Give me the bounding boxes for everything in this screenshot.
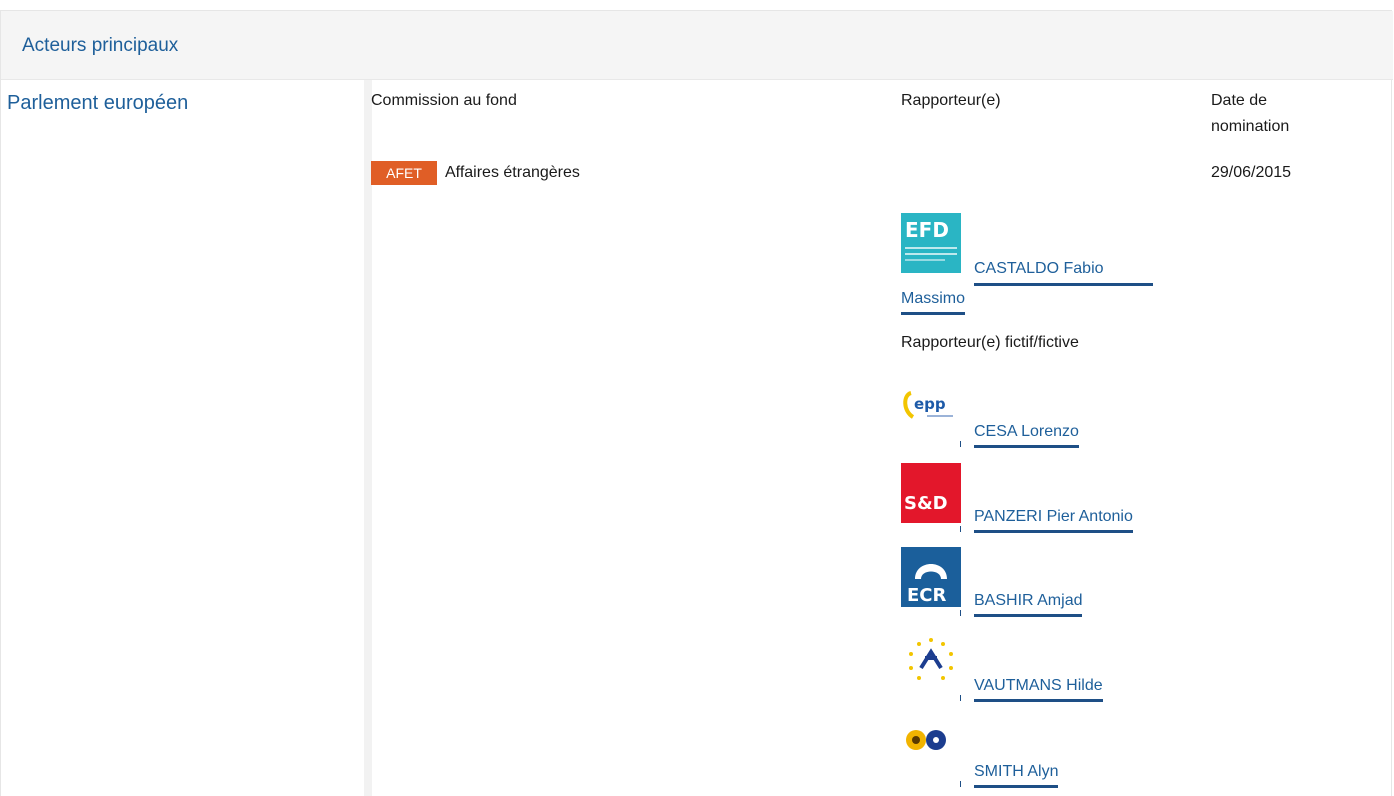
ecr-group-logo: ECR <box>901 547 961 607</box>
rapporteur-link-underline <box>974 283 1153 286</box>
institution-label: Parlement européen <box>7 92 189 114</box>
date-header-line2: nomination <box>1211 118 1290 135</box>
link-tick <box>960 781 961 787</box>
sd-group-logo: S&D <box>901 463 961 523</box>
committee-badge: AFET <box>371 161 437 185</box>
section-title: Acteurs principaux <box>22 35 179 56</box>
link-tick <box>960 441 961 447</box>
epp-group-logo: epp <box>901 377 961 437</box>
date-header-line1: Date de <box>1211 92 1268 109</box>
sd-logo-text: S&D <box>904 493 948 514</box>
rapporteur-column-header: Rapporteur(e) <box>901 92 1001 109</box>
link-tick <box>960 526 961 532</box>
shadow-link-vautmans[interactable]: VAUTMANS Hilde <box>974 675 1103 702</box>
section-header <box>1 11 1393 80</box>
nomination-date: 29/06/2015 <box>1211 164 1292 181</box>
alde-group-logo <box>901 632 961 692</box>
ecr-logo-text: ECR <box>907 585 947 606</box>
link-tick <box>960 610 961 616</box>
link-tick <box>960 695 961 701</box>
shadow-rapporteur-label: Rapporteur(e) fictif/fictive <box>901 334 1079 351</box>
date-column-header: Date de nomination <box>1211 88 1289 140</box>
shadow-link-smith[interactable]: SMITH Alyn <box>974 761 1059 788</box>
greens-efa-group-logo <box>901 718 961 778</box>
column-divider <box>364 80 372 796</box>
rapporteur-link-line1[interactable]: CASTALDO Fabio <box>974 258 1104 282</box>
epp-logo-text: epp <box>914 395 946 413</box>
efd-group-logo: EFD <box>901 213 961 273</box>
shadow-link-panzeri[interactable]: PANZERI Pier Antonio <box>974 506 1133 533</box>
committee-name: Affaires étrangères <box>445 164 580 181</box>
key-players-panel <box>0 10 1392 796</box>
shadow-link-bashir[interactable]: BASHIR Amjad <box>974 590 1083 617</box>
committee-column-header: Commission au fond <box>371 92 517 109</box>
efd-logo-text: EFD <box>905 218 949 242</box>
rapporteur-link-line2[interactable]: Massimo <box>901 288 966 315</box>
shadow-link-cesa[interactable]: CESA Lorenzo <box>974 421 1079 448</box>
